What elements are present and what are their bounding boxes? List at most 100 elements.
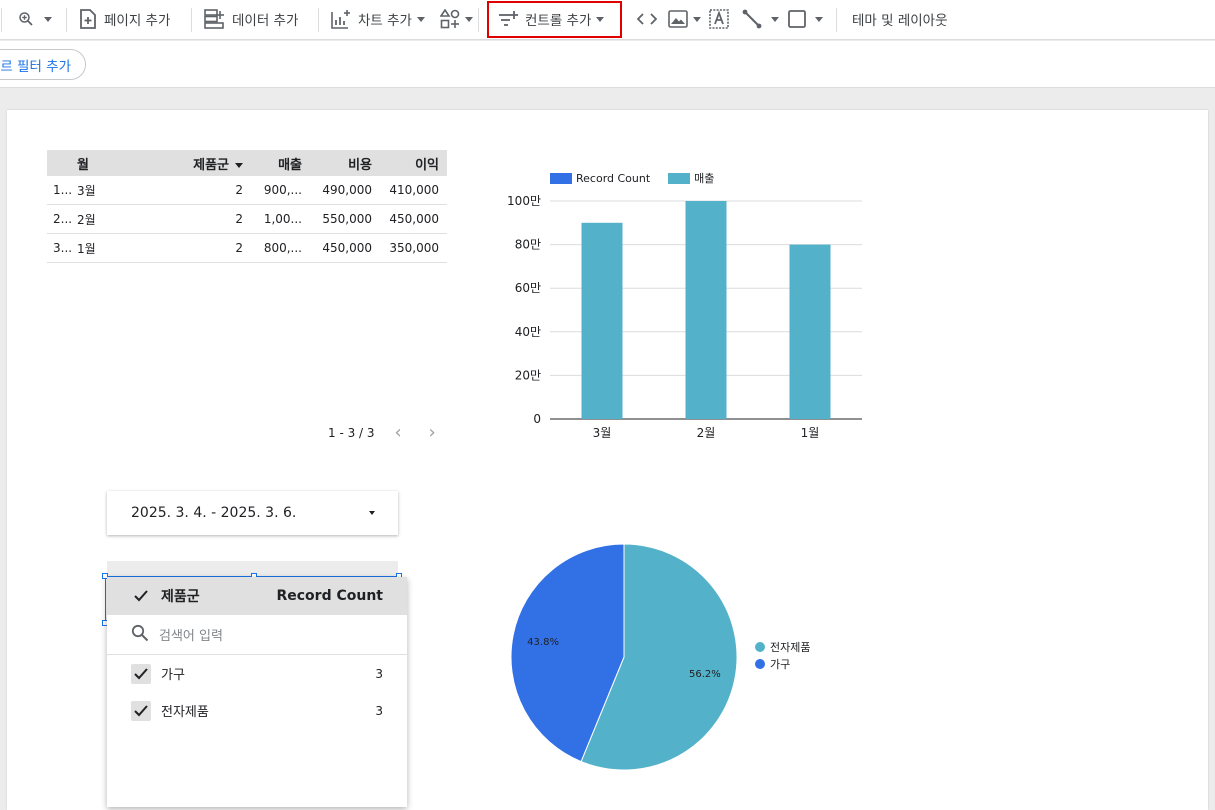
add-filter-label: 르 필터 추가: [0, 58, 71, 75]
date-range-control[interactable]: 2025. 3. 4. - 2025. 3. 6.: [107, 491, 398, 535]
column-header-month[interactable]: 월: [77, 154, 137, 173]
chevron-right-icon[interactable]: ›: [429, 424, 443, 442]
toolbar-separator: [1, 8, 2, 32]
column-header-profit[interactable]: 이익: [372, 154, 447, 173]
image-icon: [668, 10, 688, 28]
dropdown-search[interactable]: 검색어 입력: [107, 615, 407, 655]
sort-desc-icon: [235, 162, 243, 168]
table-row: 2... 2월 2 1,00... 550,000 450,000: [47, 205, 447, 234]
pie-chart[interactable]: 56.2% 43.8%: [505, 540, 745, 780]
pagination-label: 1 - 3 / 3: [328, 426, 375, 440]
item-label: 가구: [161, 668, 185, 683]
dropdown-header[interactable]: 제품군 Record Count: [107, 577, 407, 615]
legend-label: 전자제품: [770, 640, 811, 654]
bar-chart[interactable]: 0 20만 40만 60만 80만 100만 3월 2월 1월: [490, 180, 880, 445]
column-header-cost[interactable]: 비용: [302, 154, 372, 173]
add-chart-button[interactable]: 차트 추가: [331, 0, 425, 38]
chevron-down-icon: [465, 16, 473, 22]
toolbar-separator: [191, 8, 192, 32]
add-component-button[interactable]: [440, 0, 473, 38]
dropdown-header-metric: Record Count: [276, 588, 383, 604]
search-placeholder: 검색어 입력: [159, 629, 223, 644]
check-icon: [134, 667, 148, 679]
x-tick-label: 2월: [697, 426, 716, 440]
dropdown-item[interactable]: 전자제품 3: [107, 692, 407, 729]
y-tick-label: 40만: [515, 325, 541, 339]
y-tick-label: 20만: [515, 368, 541, 382]
date-range-value: 2025. 3. 4. - 2025. 3. 6.: [131, 505, 297, 521]
bar: [581, 222, 623, 419]
chevron-down-icon: [369, 511, 375, 515]
item-count: 3: [375, 666, 383, 681]
data-table[interactable]: 월 제품군 매출 비용 이익 1... 3월 2 900,... 490,000…: [47, 150, 447, 263]
pie-slice-label: 56.2%: [689, 669, 721, 680]
filter-bar: 르 필터 추가: [0, 41, 1215, 88]
check-icon: [134, 704, 148, 716]
column-header-group[interactable]: 제품군: [137, 154, 247, 173]
add-page-label: 페이지 추가: [104, 13, 171, 29]
add-component-icon: [440, 9, 460, 29]
cell-month: 1월: [77, 241, 96, 256]
column-header-sales[interactable]: 매출: [247, 154, 302, 173]
dropdown-item[interactable]: 가구 3: [107, 655, 407, 692]
embed-code-button[interactable]: [637, 0, 657, 38]
theme-layout-button[interactable]: 테마 및 레이아웃: [852, 0, 948, 38]
chevron-left-icon[interactable]: ‹: [395, 424, 409, 442]
table-header: 월 제품군 매출 비용 이익: [47, 150, 447, 176]
add-line-button[interactable]: [742, 0, 779, 38]
legend-item: 가구: [755, 655, 810, 672]
legend-dot: [755, 641, 765, 652]
cell-cost: 550,000: [322, 212, 372, 226]
item-checkbox[interactable]: [131, 700, 151, 721]
cell-group: 2: [235, 241, 243, 255]
dropdown-header-label: 제품군: [161, 589, 200, 605]
text-box-icon: [709, 9, 729, 29]
cell-sales: 900,...: [263, 183, 302, 197]
cell-sales: 800,...: [263, 241, 302, 255]
column-header-group-label: 제품군: [193, 157, 229, 173]
add-chart-icon: [331, 9, 351, 29]
zoom-button[interactable]: [17, 0, 52, 38]
legend-label: 가구: [770, 657, 791, 671]
legend-item: 전자제품: [755, 638, 810, 655]
cell-profit: 450,000: [389, 212, 439, 226]
add-shape-button[interactable]: [788, 0, 823, 38]
select-all-checkbox[interactable]: [131, 586, 151, 606]
x-tick-label: 1월: [801, 426, 820, 440]
item-checkbox[interactable]: [131, 663, 151, 684]
add-image-button[interactable]: [668, 0, 701, 38]
item-label: 전자제품: [161, 705, 209, 720]
add-page-icon: [79, 9, 97, 29]
pie-chart-legend: 전자제품 가구: [755, 638, 810, 672]
highlight-box: [487, 1, 622, 38]
theme-layout-label: 테마 및 레이아웃: [852, 13, 948, 29]
chevron-down-icon: [416, 16, 425, 22]
cell-month: 3월: [77, 183, 96, 198]
chevron-down-icon: [693, 16, 701, 22]
add-page-button[interactable]: 페이지 추가: [79, 0, 170, 38]
add-data-button[interactable]: 데이터 추가: [204, 0, 298, 38]
search-icon: [131, 624, 149, 646]
x-tick-label: 3월: [593, 426, 612, 440]
selection-border: [105, 576, 106, 626]
zoom-icon: [17, 10, 35, 28]
item-count: 3: [375, 703, 383, 718]
bar: [789, 244, 831, 419]
check-icon: [134, 590, 148, 602]
y-tick-label: 80만: [515, 238, 541, 252]
pie-slice-label: 43.8%: [527, 637, 559, 648]
table-pagination: 1 - 3 / 3 ‹ ›: [328, 424, 443, 442]
toolbar-separator: [836, 8, 837, 32]
cell-cost: 490,000: [322, 183, 372, 197]
add-text-button[interactable]: [709, 0, 729, 38]
cell-profit: 410,000: [389, 183, 439, 197]
toolbar-separator: [478, 8, 479, 32]
chevron-down-icon: [44, 16, 52, 22]
cell-group: 2: [235, 212, 243, 226]
cell-month: 2월: [77, 212, 96, 227]
y-tick-label: 100만: [507, 194, 541, 208]
cell-sales: 1,00...: [263, 212, 302, 226]
toolbar-separator: [66, 8, 67, 32]
toolbar-separator: [318, 8, 319, 32]
add-filter-button[interactable]: 르 필터 추가: [0, 49, 86, 80]
